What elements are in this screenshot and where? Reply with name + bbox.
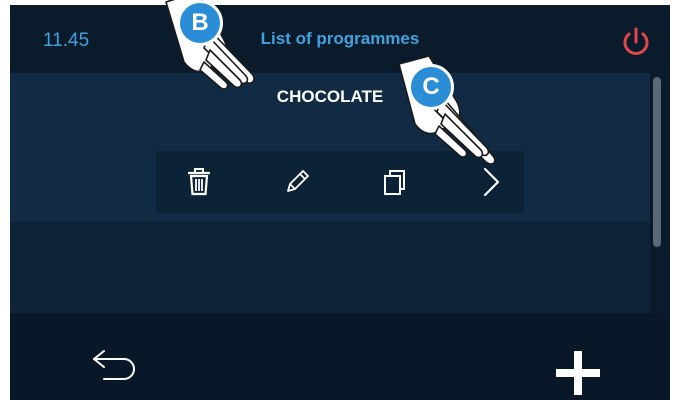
copy-icon xyxy=(384,170,405,195)
delete-button[interactable] xyxy=(182,165,216,199)
edit-button[interactable] xyxy=(280,165,314,199)
chevron-right-icon xyxy=(483,167,500,197)
trash-icon xyxy=(188,168,210,196)
power-icon[interactable] xyxy=(619,25,653,59)
top-bar: 11.45 List of programmes xyxy=(10,5,670,73)
page-title: List of programmes xyxy=(260,29,420,48)
scrollbar[interactable] xyxy=(653,77,661,247)
device-screen: 11.45 List of programmes CHOCOLATE xyxy=(10,5,670,400)
plus-icon[interactable] xyxy=(556,351,600,395)
copy-button[interactable] xyxy=(378,165,412,199)
pencil-icon xyxy=(287,170,309,192)
programme-row-selected[interactable]: CHOCOLATE xyxy=(10,73,650,221)
programme-name: CHOCOLATE xyxy=(276,87,384,106)
back-arrow-icon[interactable] xyxy=(90,349,138,389)
callout-badge-b: B xyxy=(177,0,223,46)
open-programme-button[interactable] xyxy=(474,165,508,199)
bottom-bar xyxy=(10,313,670,400)
programme-list: CHOCOLATE xyxy=(10,73,650,313)
callout-badge-c: C xyxy=(408,64,454,110)
